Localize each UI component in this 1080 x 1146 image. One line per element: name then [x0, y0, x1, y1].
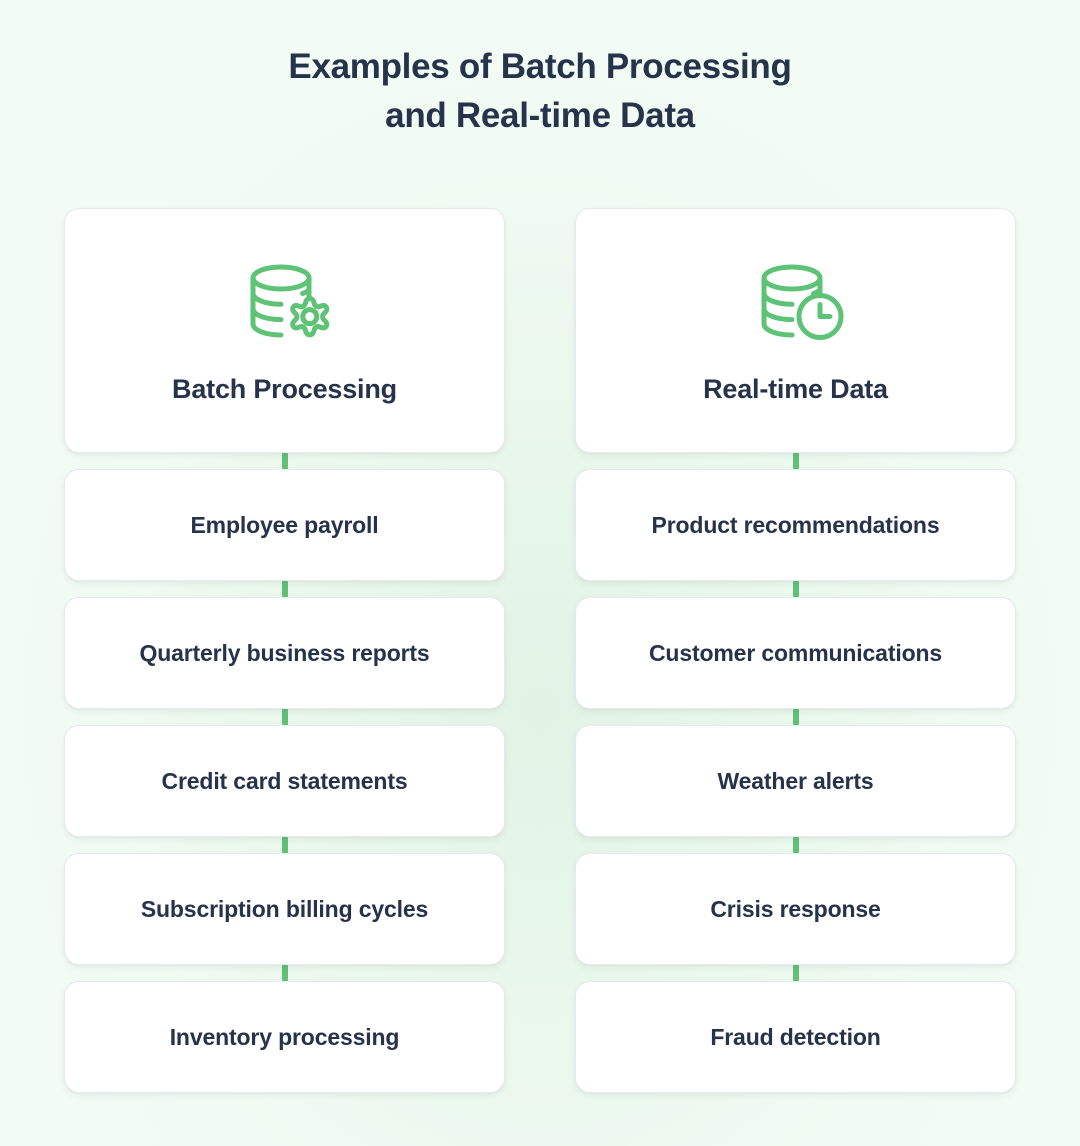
database-clock-icon: [761, 264, 843, 340]
list-item[interactable]: Employee payroll: [64, 469, 505, 581]
connector-bar: [792, 965, 799, 981]
header-title-real-time-data: Real-time Data: [703, 374, 888, 404]
database-gear-icon: [250, 264, 329, 338]
connector: [575, 837, 1016, 853]
connector-bar: [281, 581, 288, 597]
list-item-label: Employee payroll: [190, 512, 379, 538]
list-item-label: Weather alerts: [717, 768, 874, 794]
connector: [64, 965, 505, 981]
list-item[interactable]: Fraud detection: [575, 981, 1016, 1093]
connector: [64, 837, 505, 853]
connector-bar: [792, 581, 799, 597]
connector: [575, 709, 1016, 725]
column-real-time-data: Real-time Data Product recommendations C…: [575, 208, 1016, 1093]
columns-container: Batch Processing Employee payroll Quarte…: [64, 208, 1016, 1093]
infographic-root: Examples of Batch Processing and Real-ti…: [0, 0, 1080, 1146]
header-card-batch-processing: Batch Processing: [64, 208, 505, 453]
column-batch-processing: Batch Processing Employee payroll Quarte…: [64, 208, 505, 1093]
list-item-label: Credit card statements: [161, 768, 408, 794]
list-item-label: Quarterly business reports: [139, 640, 430, 666]
connector: [64, 581, 505, 597]
header-title-batch-processing: Batch Processing: [172, 374, 397, 404]
list-item-label: Inventory processing: [169, 1024, 400, 1050]
list-item[interactable]: Product recommendations: [575, 469, 1016, 581]
connector: [64, 709, 505, 725]
list-item-label: Product recommendations: [651, 512, 940, 538]
header-card-real-time-data: Real-time Data: [575, 208, 1016, 453]
connector: [575, 965, 1016, 981]
connector-bar: [281, 965, 288, 981]
list-item[interactable]: Weather alerts: [575, 725, 1016, 837]
list-item[interactable]: Quarterly business reports: [64, 597, 505, 709]
connector-bar: [281, 709, 288, 725]
connector-bar: [792, 709, 799, 725]
list-item[interactable]: Credit card statements: [64, 725, 505, 837]
connector: [575, 581, 1016, 597]
list-item-label: Crisis response: [710, 896, 881, 922]
list-item-label: Fraud detection: [710, 1024, 881, 1050]
connector-bar: [281, 453, 288, 469]
page-title-line-1: Examples of Batch Processing: [288, 47, 792, 86]
list-item[interactable]: Subscription billing cycles: [64, 853, 505, 965]
connector: [64, 453, 505, 469]
list-item-label: Customer communications: [648, 640, 943, 666]
list-item-label: Subscription billing cycles: [140, 896, 429, 922]
page-title-line-2: and Real-time Data: [385, 96, 695, 135]
list-item[interactable]: Customer communications: [575, 597, 1016, 709]
page-title: Examples of Batch Processing and Real-ti…: [0, 42, 1080, 140]
connector-bar: [281, 837, 288, 853]
connector-bar: [792, 837, 799, 853]
connector-bar: [792, 453, 799, 469]
list-item[interactable]: Inventory processing: [64, 981, 505, 1093]
connector: [575, 453, 1016, 469]
list-item[interactable]: Crisis response: [575, 853, 1016, 965]
